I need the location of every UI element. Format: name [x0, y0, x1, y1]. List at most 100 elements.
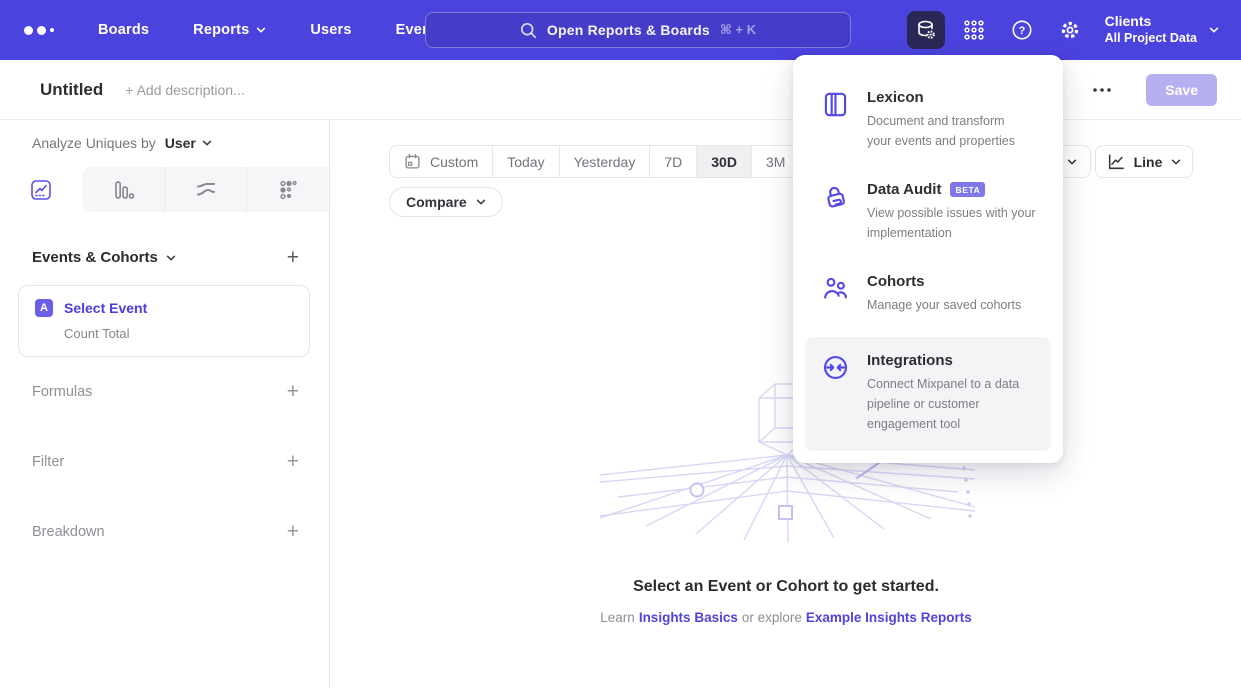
event-aggregation[interactable]: Count Total — [64, 326, 293, 341]
report-description-placeholder[interactable]: + Add description... — [125, 82, 244, 98]
org-name: Clients — [1105, 13, 1197, 31]
filter-section: Filter + — [32, 451, 299, 472]
nav-boards-label: Boards — [98, 22, 149, 38]
gear-icon — [1058, 18, 1082, 42]
logo-dot — [37, 26, 46, 35]
data-management-menu: Lexicon Document and transform your even… — [793, 55, 1063, 463]
example-reports-link[interactable]: Example Insights Reports — [806, 610, 972, 625]
global-search-bar[interactable]: Open Reports & Boards ⌘ + K — [425, 12, 851, 48]
logo-dot — [50, 28, 54, 32]
database-gear-icon — [914, 18, 938, 42]
select-event-button[interactable]: Select Event — [64, 300, 147, 316]
compare-label: Compare — [406, 194, 467, 210]
data-management-button[interactable] — [907, 11, 945, 49]
date-range-7d[interactable]: 7D — [649, 146, 696, 177]
chevron-down-icon — [1067, 159, 1077, 165]
menu-item-title: Cohorts — [867, 273, 1021, 290]
breakdown-label: Breakdown — [32, 524, 105, 540]
save-button[interactable]: Save — [1146, 74, 1217, 106]
menu-item-integrations[interactable]: Integrations Connect Mixpanel to a data … — [805, 337, 1051, 451]
visualization-tabs — [0, 167, 329, 212]
query-builder-sidebar: Analyze Uniques by User — [0, 120, 330, 688]
analyze-entity-dropdown[interactable]: User — [165, 135, 212, 151]
lexicon-book-icon — [820, 89, 850, 118]
chart-type-dropdown[interactable]: Line — [1095, 145, 1193, 178]
date-range-yesterday[interactable]: Yesterday — [559, 146, 650, 177]
menu-item-description: Document and transform your events and p… — [867, 111, 1015, 151]
menu-item-cohorts[interactable]: Cohorts Manage your saved cohorts — [793, 258, 1063, 330]
dot-grid-icon — [276, 178, 300, 202]
date-range-custom-label: Custom — [430, 154, 478, 170]
date-range-control: Custom Today Yesterday 7D 30D 3M 6M — [389, 145, 849, 178]
svg-text:?: ? — [1018, 25, 1025, 37]
menu-item-data-audit[interactable]: Data Audit BETA View possible issues wit… — [793, 166, 1063, 258]
menu-item-lexicon[interactable]: Lexicon Document and transform your even… — [793, 74, 1063, 166]
nav-users[interactable]: Users — [310, 22, 351, 38]
insights-basics-link[interactable]: Insights Basics — [639, 610, 738, 625]
menu-item-description: Manage your saved cohorts — [867, 295, 1021, 315]
events-section-label: Events & Cohorts — [32, 249, 158, 266]
menu-item-title: Lexicon — [867, 89, 1015, 106]
date-range-yesterday-label: Yesterday — [574, 154, 636, 170]
tab-retention-grid[interactable] — [246, 167, 329, 212]
ellipsis-icon — [1092, 87, 1112, 93]
date-range-today[interactable]: Today — [492, 146, 558, 177]
chevron-down-icon — [256, 27, 266, 33]
report-title[interactable]: Untitled — [40, 80, 103, 100]
bar-chart-icon — [111, 178, 135, 202]
chevron-down-icon — [476, 199, 486, 205]
empty-state-prefix: Learn — [600, 610, 635, 625]
beta-badge: BETA — [950, 182, 985, 197]
event-card[interactable]: A Select Event Count Total — [18, 285, 310, 357]
mixpanel-insights-screen: Boards Reports Users Events Open Reports… — [0, 0, 1241, 688]
date-range-30d-selected[interactable]: 30D — [696, 146, 751, 177]
search-shortcut: ⌘ + K — [720, 22, 756, 38]
date-range-custom[interactable]: Custom — [390, 146, 492, 177]
line-chart-icon — [1107, 153, 1125, 171]
add-formula-button[interactable]: + — [287, 381, 299, 402]
chevron-down-icon — [202, 140, 212, 146]
search-placeholder: Open Reports & Boards — [547, 22, 710, 38]
filter-label: Filter — [32, 454, 64, 470]
date-range-3m-label: 3M — [766, 154, 785, 170]
project-switcher[interactable]: Clients All Project Data — [1105, 13, 1219, 46]
empty-state-title: Select an Event or Cohort to get started… — [331, 578, 1241, 596]
more-options-button[interactable] — [1092, 87, 1112, 93]
top-nav: Boards Reports Users Events Open Reports… — [0, 0, 1241, 60]
nav-users-label: Users — [310, 22, 351, 38]
mixpanel-logo[interactable] — [24, 26, 54, 35]
chevron-down-icon — [1209, 27, 1219, 33]
analyze-row: Analyze Uniques by User — [32, 135, 212, 151]
analyze-entity-value: User — [165, 135, 196, 151]
question-circle-icon: ? — [1010, 18, 1034, 42]
data-audit-lock-icon — [820, 181, 850, 210]
settings-button[interactable] — [1051, 11, 1089, 49]
nav-reports-label: Reports — [193, 22, 249, 38]
breakdown-section: Breakdown + — [32, 521, 299, 542]
nav-boards[interactable]: Boards — [98, 22, 149, 38]
nav-reports[interactable]: Reports — [193, 22, 266, 38]
grid-dots-icon — [962, 18, 986, 42]
events-section-header: Events & Cohorts + — [32, 247, 299, 268]
tab-flows[interactable] — [164, 167, 247, 212]
formulas-section: Formulas + — [32, 381, 299, 402]
menu-item-description: Connect Mixpanel to a data pipeline or c… — [867, 374, 1019, 434]
add-event-button[interactable]: + — [287, 247, 299, 268]
add-filter-button[interactable]: + — [287, 451, 299, 472]
date-range-30d-label: 30D — [711, 154, 737, 170]
flow-sankey-icon — [194, 178, 218, 202]
line-chart-icon — [29, 178, 53, 202]
add-breakdown-button[interactable]: + — [287, 521, 299, 542]
tab-bar-chart[interactable] — [82, 167, 164, 212]
apps-grid-button[interactable] — [955, 11, 993, 49]
menu-item-title: Integrations — [867, 352, 1019, 369]
empty-state-middle: or explore — [742, 610, 802, 625]
compare-dropdown[interactable]: Compare — [389, 187, 503, 217]
help-button[interactable]: ? — [1003, 11, 1041, 49]
chevron-down-icon — [1171, 159, 1181, 165]
events-section-toggle[interactable]: Events & Cohorts — [32, 249, 176, 266]
event-series-badge: A — [35, 299, 53, 317]
search-icon — [520, 22, 537, 39]
tab-insights-line[interactable] — [0, 167, 82, 212]
cohorts-people-icon — [820, 273, 850, 302]
